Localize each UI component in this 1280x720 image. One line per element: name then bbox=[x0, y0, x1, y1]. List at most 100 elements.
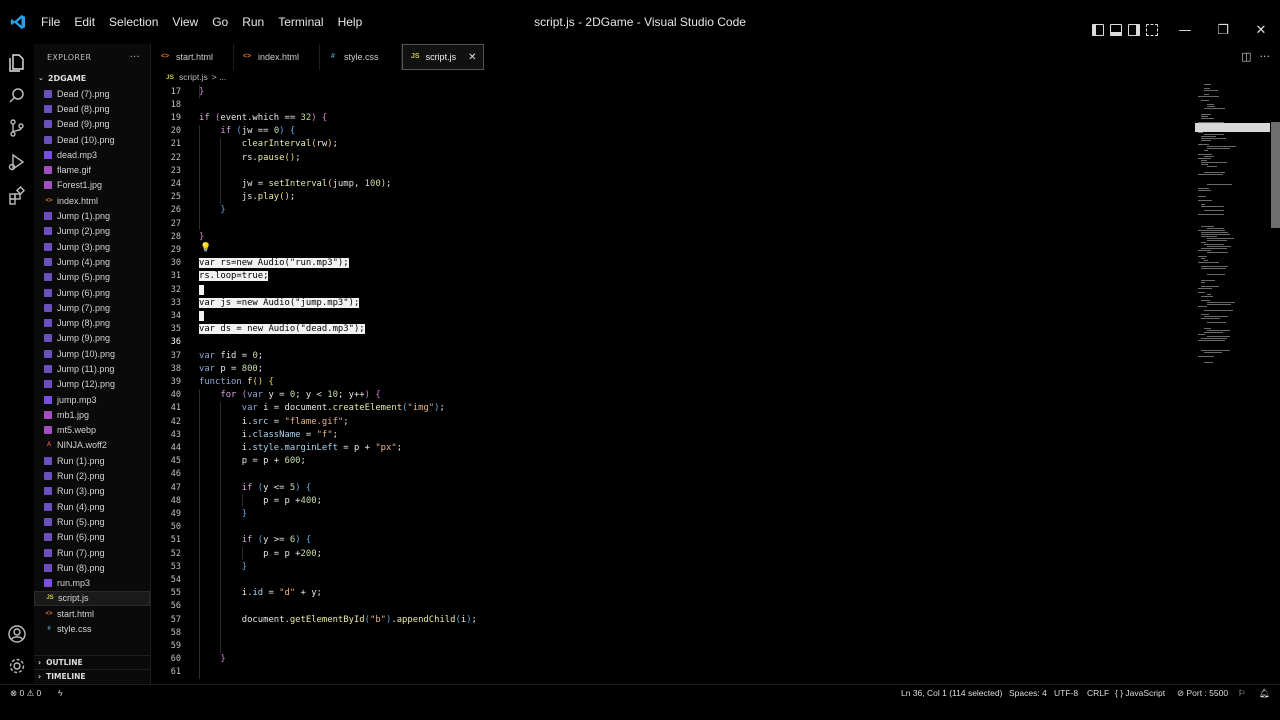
file-item[interactable]: Run (5).png bbox=[34, 514, 150, 529]
minimap[interactable] bbox=[1192, 84, 1272, 684]
code-line[interactable]: 29 bbox=[152, 243, 1192, 256]
file-item[interactable]: Jump (6).png bbox=[34, 285, 150, 300]
file-item[interactable]: Run (7).png bbox=[34, 545, 150, 560]
code-line[interactable]: 31 rs.loop=true; bbox=[152, 270, 1192, 283]
code-line[interactable]: 58 bbox=[152, 626, 1192, 639]
file-item[interactable]: A NINJA.woff2 bbox=[34, 438, 150, 453]
file-item[interactable]: Jump (5).png bbox=[34, 270, 150, 285]
breadcrumb-separator[interactable]: > ... bbox=[212, 72, 226, 82]
breadcrumb-file[interactable]: script.js bbox=[179, 72, 208, 82]
code-line[interactable]: 48 p = p +400; bbox=[152, 494, 1192, 507]
code-line[interactable]: 44 i.style.marginLeft = p + "px"; bbox=[152, 441, 1192, 454]
code-line[interactable]: 22 rs.pause(); bbox=[152, 151, 1192, 164]
code-line[interactable]: 24 jw = setInterval(jump, 100); bbox=[152, 177, 1192, 190]
code-line[interactable]: 56 bbox=[152, 600, 1192, 613]
toggle-panel-icon[interactable] bbox=[1110, 24, 1122, 36]
code-line[interactable]: 23 bbox=[152, 164, 1192, 177]
folder-header[interactable]: ⌄ 2DGAME bbox=[34, 70, 150, 86]
feedback-icon[interactable]: ⚐ bbox=[1238, 685, 1246, 701]
code-line[interactable]: 51 if (y >= 6) { bbox=[152, 534, 1192, 547]
file-item[interactable]: Jump (4).png bbox=[34, 254, 150, 269]
menu-file[interactable]: File bbox=[34, 0, 67, 44]
sync-icon[interactable]: ϟ bbox=[58, 685, 63, 701]
code-line[interactable]: 34 bbox=[152, 309, 1192, 322]
code-line[interactable]: 19 if (event.which == 32) { bbox=[152, 111, 1192, 124]
code-line[interactable]: 60 } bbox=[152, 653, 1192, 666]
tab-index-html[interactable]: <> index.html bbox=[234, 44, 320, 70]
file-item[interactable]: <> index.html bbox=[34, 193, 150, 208]
editor-scrollbar[interactable] bbox=[1271, 122, 1280, 228]
code-line[interactable]: 26 } bbox=[152, 204, 1192, 217]
code-line[interactable]: 50 bbox=[152, 521, 1192, 534]
file-item[interactable]: # style.css bbox=[34, 621, 150, 636]
file-item[interactable]: Run (3).png bbox=[34, 484, 150, 499]
file-item[interactable]: Forest1.jpg bbox=[34, 178, 150, 193]
code-editor[interactable]: 💡 17} 18 19 if (event.which == 32) {20 if (… bbox=[152, 84, 1192, 684]
code-line[interactable]: 57 document.getElementById("b").appendCh… bbox=[152, 613, 1192, 626]
file-item[interactable]: Run (2).png bbox=[34, 468, 150, 483]
file-item[interactable]: Jump (12).png bbox=[34, 377, 150, 392]
close-tab-icon[interactable]: ✕ bbox=[468, 52, 476, 63]
file-item[interactable]: Jump (7).png bbox=[34, 300, 150, 315]
eol-status[interactable]: CRLF bbox=[1087, 685, 1109, 701]
code-line[interactable]: 40 for (var y = 0; y < 10; y++) { bbox=[152, 389, 1192, 402]
menu-view[interactable]: View bbox=[165, 0, 205, 44]
notifications-bell-icon[interactable]: 🔔︎ bbox=[1259, 685, 1270, 701]
file-item[interactable]: Dead (10).png bbox=[34, 132, 150, 147]
file-item[interactable]: <> start.html bbox=[34, 606, 150, 621]
code-line[interactable]: 37 var fid = 0; bbox=[152, 349, 1192, 362]
more-actions-icon[interactable]: ··· bbox=[1260, 50, 1271, 63]
toggle-primary-sidebar-icon[interactable] bbox=[1092, 24, 1104, 36]
manage-gear-icon[interactable] bbox=[7, 656, 27, 676]
indentation-status[interactable]: Spaces: 4 bbox=[1009, 685, 1047, 701]
file-item[interactable]: Jump (10).png bbox=[34, 346, 150, 361]
extensions-icon[interactable] bbox=[7, 185, 27, 206]
menu-selection[interactable]: Selection bbox=[102, 0, 165, 44]
search-icon[interactable] bbox=[7, 86, 27, 106]
code-line[interactable]: 45 p = p + 600; bbox=[152, 455, 1192, 468]
code-line[interactable]: 38 var p = 800; bbox=[152, 362, 1192, 375]
outline-section[interactable]: › OUTLINE bbox=[34, 655, 150, 669]
code-line[interactable]: 42 i.src = "flame.gif"; bbox=[152, 415, 1192, 428]
live-server-port[interactable]: ⊘ Port : 5500 bbox=[1177, 685, 1228, 701]
code-line[interactable]: 59 bbox=[152, 639, 1192, 652]
code-line[interactable]: 46 bbox=[152, 468, 1192, 481]
code-line[interactable]: 49 } bbox=[152, 507, 1192, 520]
code-line[interactable]: 21 clearInterval(rw); bbox=[152, 138, 1192, 151]
code-line[interactable]: 41 var i = document.createElement("img")… bbox=[152, 402, 1192, 415]
code-line[interactable]: 25 js.play(); bbox=[152, 191, 1192, 204]
file-item[interactable]: Run (1).png bbox=[34, 453, 150, 468]
file-item[interactable]: Run (6).png bbox=[34, 530, 150, 545]
explorer-more-actions-icon[interactable]: ··· bbox=[130, 52, 140, 63]
code-line[interactable]: 39 function f() { bbox=[152, 375, 1192, 388]
problems-status[interactable]: ⊗ 0 ⚠ 0 bbox=[10, 685, 41, 701]
menu-edit[interactable]: Edit bbox=[67, 0, 102, 44]
file-item[interactable]: run.mp3 bbox=[34, 576, 150, 591]
customize-layout-icon[interactable] bbox=[1146, 24, 1158, 36]
file-item[interactable]: mb1.jpg bbox=[34, 407, 150, 422]
file-item[interactable]: Dead (8).png bbox=[34, 101, 150, 116]
file-item[interactable]: Run (4).png bbox=[34, 499, 150, 514]
file-item[interactable]: Jump (2).png bbox=[34, 224, 150, 239]
file-item[interactable]: JS script.js bbox=[34, 590, 150, 607]
accounts-icon[interactable] bbox=[7, 624, 27, 644]
tab-style-css[interactable]: # style.css bbox=[320, 44, 402, 70]
code-line[interactable]: 27 bbox=[152, 217, 1192, 230]
menu-help[interactable]: Help bbox=[331, 0, 370, 44]
timeline-section[interactable]: › TIMELINE bbox=[34, 669, 150, 683]
file-item[interactable]: jump.mp3 bbox=[34, 392, 150, 407]
close-window-button[interactable]: ✕ bbox=[1242, 18, 1280, 44]
code-line[interactable]: 20 if (jw == 0) { bbox=[152, 125, 1192, 138]
code-line[interactable]: 52 p = p +200; bbox=[152, 547, 1192, 560]
tab-start-html[interactable]: <> start.html bbox=[152, 44, 234, 70]
split-editor-icon[interactable]: ◫ bbox=[1241, 50, 1251, 63]
code-line[interactable]: 54 bbox=[152, 573, 1192, 586]
explorer-icon[interactable] bbox=[7, 52, 27, 72]
code-line[interactable]: 61 bbox=[152, 666, 1192, 679]
menu-terminal[interactable]: Terminal bbox=[271, 0, 330, 44]
menu-run[interactable]: Run bbox=[235, 0, 271, 44]
file-item[interactable]: Jump (1).png bbox=[34, 208, 150, 223]
tab-script-js[interactable]: JS script.js ✕ bbox=[402, 44, 484, 70]
code-line[interactable]: 53 } bbox=[152, 560, 1192, 573]
toggle-secondary-sidebar-icon[interactable] bbox=[1128, 24, 1140, 36]
